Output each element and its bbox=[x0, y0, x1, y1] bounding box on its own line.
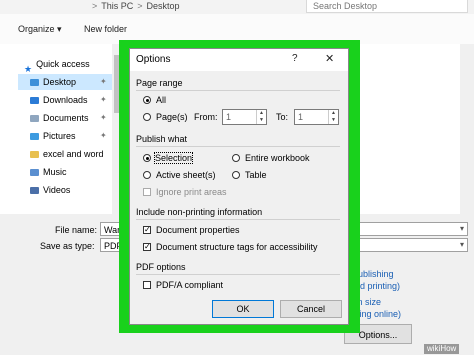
close-icon[interactable]: ✕ bbox=[325, 52, 334, 65]
non-printing-heading: Include non-printing information bbox=[136, 207, 263, 217]
sidebar-item-videos[interactable]: Videos bbox=[30, 182, 70, 198]
videos-icon bbox=[30, 187, 39, 195]
spinner-arrows-icon[interactable]: ▲ ▼ bbox=[256, 110, 266, 124]
sidebar-item-label: Documents bbox=[43, 113, 89, 123]
folder-icon bbox=[30, 151, 39, 159]
pages-label: Page(s) bbox=[156, 112, 188, 122]
ok-button[interactable]: OK bbox=[212, 300, 274, 318]
breadcrumb[interactable]: > This PC > Desktop bbox=[88, 0, 180, 14]
checkmark-icon: ✓ bbox=[144, 225, 151, 234]
selection-radio[interactable] bbox=[143, 154, 151, 162]
sidebar-item-quick-access[interactable]: ★Quick access bbox=[24, 56, 90, 75]
sidebar-item-label: Pictures bbox=[43, 131, 76, 141]
all-label: All bbox=[156, 95, 167, 105]
sidebar-item-excel-and-word[interactable]: excel and word bbox=[30, 146, 104, 162]
active-sheets-radio[interactable] bbox=[143, 171, 151, 179]
from-value: 1 bbox=[226, 112, 232, 122]
download-icon bbox=[30, 97, 39, 105]
pictures-icon bbox=[30, 133, 39, 141]
checkmark-icon: ✓ bbox=[144, 242, 151, 251]
view-options[interactable] bbox=[388, 24, 468, 38]
selection-label: Selection bbox=[153, 152, 194, 164]
divider bbox=[136, 274, 340, 275]
spinner-arrows-icon[interactable]: ▲ ▼ bbox=[328, 110, 338, 124]
page-range-heading: Page range bbox=[136, 78, 183, 88]
ignore-print-areas-checkbox[interactable] bbox=[143, 188, 151, 196]
document-structure-checkbox[interactable]: ✓ bbox=[143, 243, 151, 251]
sidebar-item-label: Music bbox=[43, 167, 67, 177]
all-radio[interactable] bbox=[143, 96, 151, 104]
sidebar-item-desktop[interactable]: Desktop ✦ bbox=[18, 74, 112, 90]
sidebar-item-documents[interactable]: Documents ✦ bbox=[30, 110, 107, 126]
save-as-type-dropdown[interactable]: ▾ bbox=[348, 238, 468, 252]
sidebar-item-downloads[interactable]: Downloads ✦ bbox=[30, 92, 107, 108]
divider bbox=[136, 146, 340, 147]
breadcrumb-desktop[interactable]: Desktop bbox=[147, 1, 180, 11]
music-icon bbox=[30, 169, 39, 177]
watermark: wikiHow bbox=[424, 344, 460, 354]
sidebar-item-pictures[interactable]: Pictures ✦ bbox=[30, 128, 107, 144]
to-value: 1 bbox=[298, 112, 304, 122]
cancel-button[interactable]: Cancel bbox=[280, 300, 342, 318]
documents-icon bbox=[30, 115, 39, 123]
breadcrumb-separator: > bbox=[92, 1, 98, 11]
breadcrumb-separator: > bbox=[137, 1, 143, 11]
navigation-pane: ★Quick access Desktop ✦ Downloads ✦ Docume… bbox=[0, 44, 125, 214]
divider bbox=[136, 219, 340, 220]
publish-what-heading: Publish what bbox=[136, 134, 188, 144]
star-icon: ★ bbox=[24, 64, 33, 75]
file-name-label: File name: bbox=[55, 225, 98, 235]
entire-workbook-label: Entire workbook bbox=[245, 153, 310, 163]
save-as-type-label: Save as type: bbox=[40, 241, 95, 251]
pages-radio[interactable] bbox=[143, 113, 151, 121]
sidebar-item-label: Quick access bbox=[36, 59, 90, 69]
divider bbox=[136, 90, 340, 91]
pdfa-label: PDF/A compliant bbox=[156, 280, 224, 290]
document-structure-label: Document structure tags for accessibilit… bbox=[156, 242, 318, 252]
sidebar-item-label: excel and word bbox=[43, 149, 104, 159]
search-input[interactable]: Search Desktop bbox=[306, 0, 468, 13]
to-spinner[interactable]: 1 ▲ ▼ bbox=[294, 109, 339, 125]
pin-icon: ✦ bbox=[100, 113, 107, 122]
pdf-options-heading: PDF options bbox=[136, 262, 186, 272]
chevron-down-icon: ▾ bbox=[459, 240, 464, 249]
sidebar-item-label: Desktop bbox=[43, 77, 77, 87]
pdfa-checkbox[interactable] bbox=[143, 281, 151, 289]
folder-icon bbox=[30, 79, 39, 87]
dialog-title: Options bbox=[136, 54, 171, 65]
pin-icon: ✦ bbox=[100, 95, 107, 104]
pin-icon: ✦ bbox=[100, 77, 107, 86]
from-label: From: bbox=[194, 112, 218, 122]
new-folder-button[interactable]: New folder bbox=[84, 24, 127, 34]
sidebar-item-label: Videos bbox=[43, 185, 71, 195]
sidebar-item-music[interactable]: Music bbox=[30, 164, 67, 180]
from-spinner[interactable]: 1 ▲ ▼ bbox=[222, 109, 267, 125]
active-sheets-label: Active sheet(s) bbox=[156, 170, 216, 180]
document-properties-checkbox[interactable]: ✓ bbox=[143, 226, 151, 234]
files-scrollbar[interactable] bbox=[460, 44, 474, 214]
table-radio[interactable] bbox=[232, 171, 240, 179]
table-label: Table bbox=[245, 170, 267, 180]
file-name-dropdown[interactable]: ▾ bbox=[348, 222, 468, 236]
to-label: To: bbox=[276, 112, 289, 122]
ignore-print-areas-label: Ignore print areas bbox=[156, 187, 227, 197]
help-icon[interactable]: ? bbox=[292, 53, 298, 64]
sidebar-item-label: Downloads bbox=[43, 95, 88, 105]
entire-workbook-radio[interactable] bbox=[232, 154, 240, 162]
document-properties-label: Document properties bbox=[156, 225, 240, 235]
organize-button[interactable]: Organize ▾ bbox=[18, 24, 62, 35]
pin-icon: ✦ bbox=[100, 131, 107, 140]
chevron-down-icon: ▾ bbox=[459, 224, 464, 233]
breadcrumb-this-pc[interactable]: This PC bbox=[101, 1, 133, 11]
